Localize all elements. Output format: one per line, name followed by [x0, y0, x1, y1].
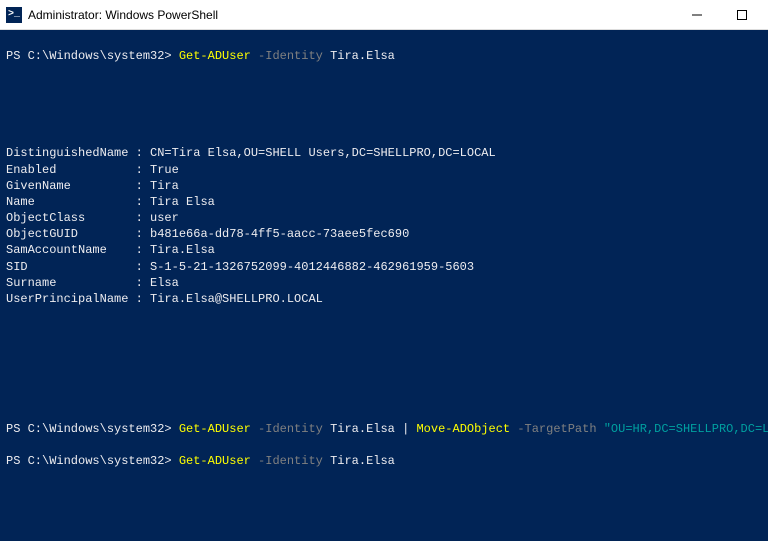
property-name: SamAccountName	[6, 243, 128, 257]
blank-line	[6, 485, 762, 501]
command-line-1: PS C:\Windows\system32> Get-ADUser -Iden…	[6, 48, 762, 64]
blank-line	[6, 81, 762, 97]
output-row: SamAccountName : Tira.Elsa	[6, 242, 762, 258]
property-value: CN=Tira Elsa,OU=SHELL Users,DC=SHELLPRO,…	[150, 146, 496, 160]
parameter: -Identity	[258, 454, 323, 468]
output-row: DistinguishedName : CN=Tira Elsa,OU=SHEL…	[6, 145, 762, 161]
pipe-operator: |	[395, 422, 417, 436]
command-line-3: PS C:\Windows\system32> Get-ADUser -Iden…	[6, 453, 762, 469]
string-argument: "OU=HR,DC=SHELLPRO,DC=LOCAL"	[604, 422, 768, 436]
property-value: b481e66a-dd78-4ff5-aacc-73aee5fec690	[150, 227, 409, 241]
separator: :	[128, 179, 150, 193]
argument: Tira.Elsa	[330, 49, 395, 63]
argument: Tira.Elsa	[330, 454, 395, 468]
output-row: ObjectGUID : b481e66a-dd78-4ff5-aacc-73a…	[6, 226, 762, 242]
output-row: SID : S-1-5-21-1326752099-4012446882-462…	[6, 259, 762, 275]
property-value: Tira	[150, 179, 179, 193]
property-name: Enabled	[6, 163, 128, 177]
blank-line	[6, 356, 762, 372]
blank-line	[6, 518, 762, 534]
separator: :	[128, 276, 150, 290]
property-value: S-1-5-21-1326752099-4012446882-462961959…	[150, 260, 474, 274]
separator: :	[128, 260, 150, 274]
blank-line	[6, 113, 762, 129]
cmdlet: Get-ADUser	[179, 49, 251, 63]
property-value: Tira.Elsa	[150, 243, 215, 257]
separator: :	[128, 163, 150, 177]
maximize-button[interactable]	[719, 1, 764, 29]
blank-line	[6, 323, 762, 339]
output-block-1: DistinguishedName : CN=Tira Elsa,OU=SHEL…	[6, 145, 762, 307]
property-name: ObjectClass	[6, 211, 128, 225]
separator: :	[128, 292, 150, 306]
blank-line	[6, 388, 762, 404]
output-row: Surname : Elsa	[6, 275, 762, 291]
cmdlet: Get-ADUser	[179, 454, 251, 468]
property-name: Surname	[6, 276, 128, 290]
minimize-icon	[692, 10, 702, 20]
separator: :	[128, 146, 150, 160]
prompt: PS C:\Windows\system32>	[6, 422, 179, 436]
output-row: ObjectClass : user	[6, 210, 762, 226]
separator: :	[128, 243, 150, 257]
command-line-2: PS C:\Windows\system32> Get-ADUser -Iden…	[6, 421, 762, 437]
window-controls	[674, 1, 764, 29]
cmdlet: Get-ADUser	[179, 422, 251, 436]
property-value: True	[150, 163, 179, 177]
property-name: ObjectGUID	[6, 227, 128, 241]
output-row: GivenName : Tira	[6, 178, 762, 194]
property-value: user	[150, 211, 179, 225]
prompt: PS C:\Windows\system32>	[6, 454, 179, 468]
parameter: -Identity	[258, 422, 323, 436]
parameter: -TargetPath	[517, 422, 596, 436]
property-name: UserPrincipalName	[6, 292, 128, 306]
output-row: UserPrincipalName : Tira.Elsa@SHELLPRO.L…	[6, 291, 762, 307]
prompt: PS C:\Windows\system32>	[6, 49, 179, 63]
property-name: SID	[6, 260, 128, 274]
terminal-body[interactable]: PS C:\Windows\system32> Get-ADUser -Iden…	[0, 30, 768, 541]
parameter: -Identity	[258, 49, 323, 63]
output-row: Name : Tira Elsa	[6, 194, 762, 210]
powershell-icon: >_	[6, 7, 22, 23]
property-value: Tira Elsa	[150, 195, 215, 209]
property-value: Elsa	[150, 276, 179, 290]
property-name: Name	[6, 195, 128, 209]
separator: :	[128, 227, 150, 241]
argument: Tira.Elsa	[330, 422, 395, 436]
separator: :	[128, 211, 150, 225]
property-name: GivenName	[6, 179, 128, 193]
window-titlebar: >_ Administrator: Windows PowerShell	[0, 0, 768, 30]
property-name: DistinguishedName	[6, 146, 128, 160]
output-row: Enabled : True	[6, 162, 762, 178]
property-value: Tira.Elsa@SHELLPRO.LOCAL	[150, 292, 323, 306]
minimize-button[interactable]	[674, 1, 719, 29]
separator: :	[128, 195, 150, 209]
maximize-icon	[737, 10, 747, 20]
cmdlet: Move-ADObject	[416, 422, 510, 436]
window-title: Administrator: Windows PowerShell	[28, 8, 674, 22]
